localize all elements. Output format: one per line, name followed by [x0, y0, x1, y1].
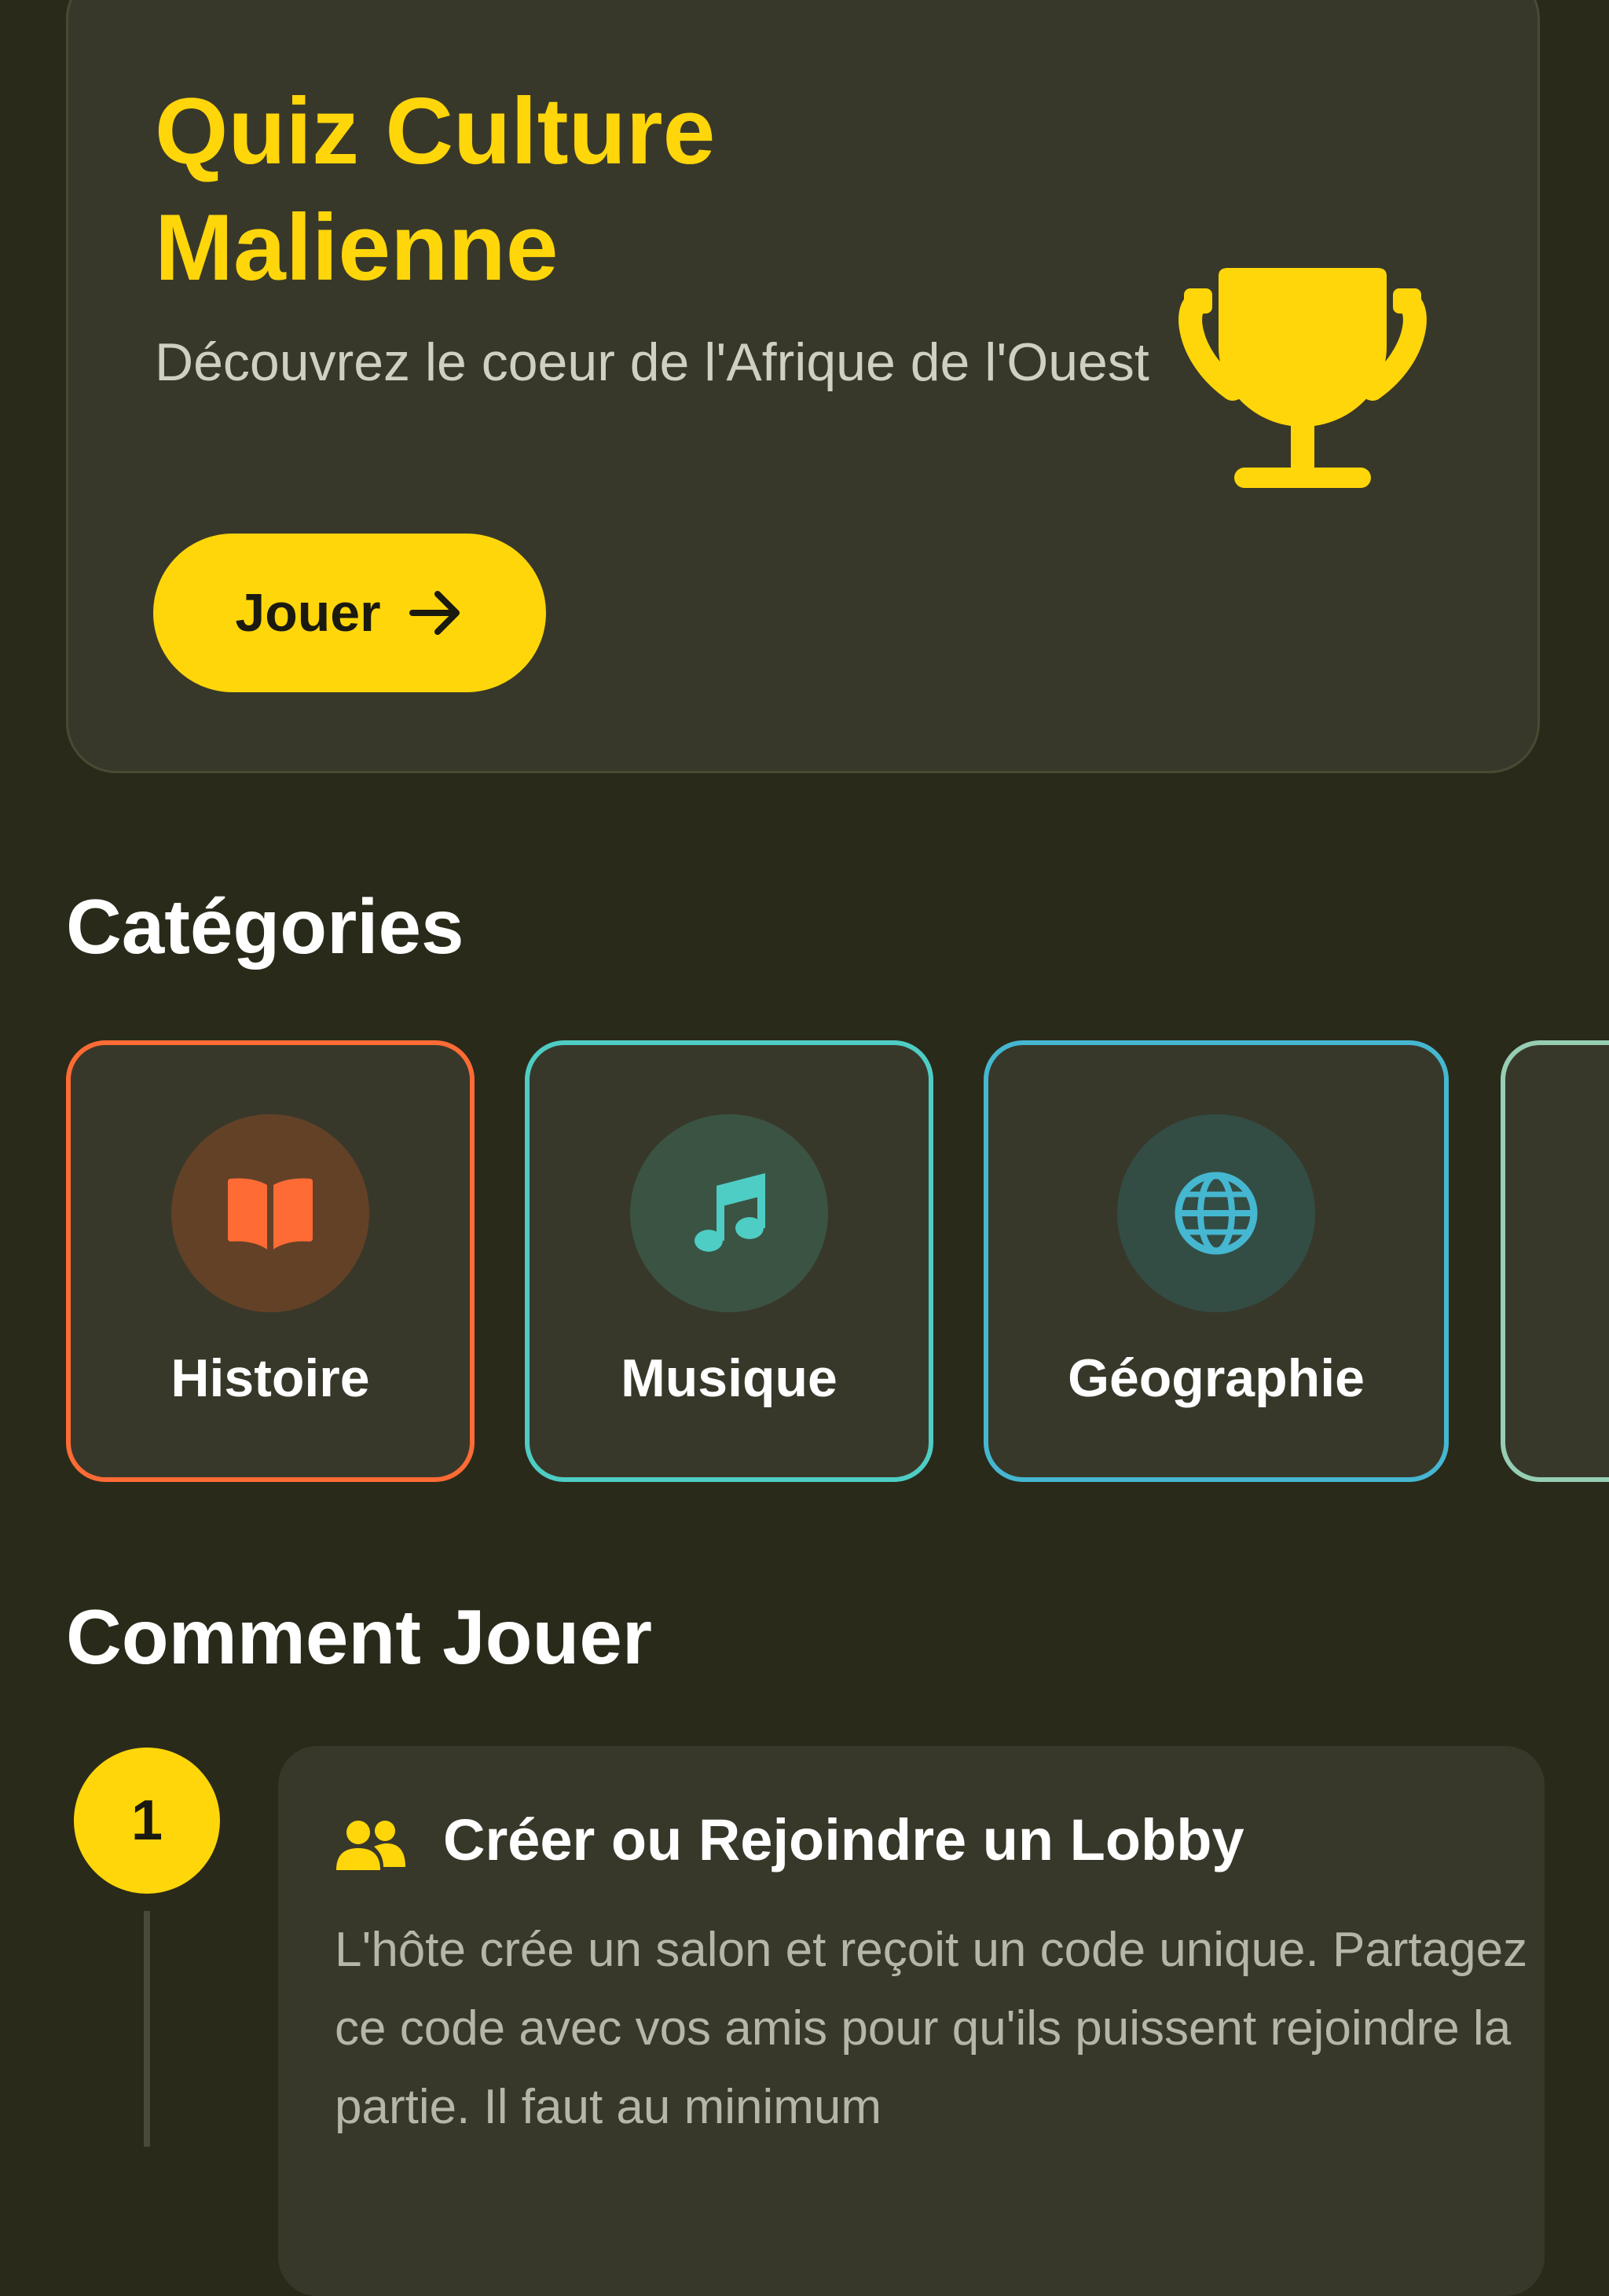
play-button-label: Jouer [235, 583, 381, 643]
hero-subtitle: Découvrez le coeur de l'Afrique de l'Oue… [155, 332, 1149, 392]
category-label: Géographie [1068, 1348, 1365, 1408]
hero-card: Quiz Culture Malienne Découvrez le coeur… [66, 0, 1540, 773]
hero-title: Quiz Culture Malienne [155, 79, 716, 300]
category-label: Musique [621, 1348, 837, 1408]
category-card-musique[interactable]: Musique [525, 1040, 933, 1482]
step-number: 1 [74, 1748, 220, 1894]
category-card-geographie[interactable]: Géographie [984, 1040, 1449, 1482]
category-label: Histoire [170, 1348, 370, 1408]
categories-title: Catégories [66, 883, 464, 970]
step-connector-line [144, 1911, 150, 2147]
globe-icon [1117, 1114, 1315, 1312]
category-card-histoire[interactable]: Histoire [66, 1040, 475, 1482]
category-card-partial[interactable] [1501, 1040, 1609, 1482]
book-icon [171, 1114, 369, 1312]
step-card: Créer ou Rejoindre un Lobby L'hôte crée … [278, 1746, 1545, 2296]
arrow-right-icon [408, 588, 464, 638]
users-icon [335, 1818, 407, 1877]
trophy-icon [1153, 230, 1451, 533]
music-note-icon [630, 1114, 828, 1312]
step-description: L'hôte crée un salon et reçoit un code u… [335, 1923, 1528, 2134]
step-title: Créer ou Rejoindre un Lobby [443, 1807, 1244, 1872]
how-to-play-title: Comment Jouer [66, 1594, 653, 1680]
play-button[interactable]: Jouer [153, 534, 546, 692]
